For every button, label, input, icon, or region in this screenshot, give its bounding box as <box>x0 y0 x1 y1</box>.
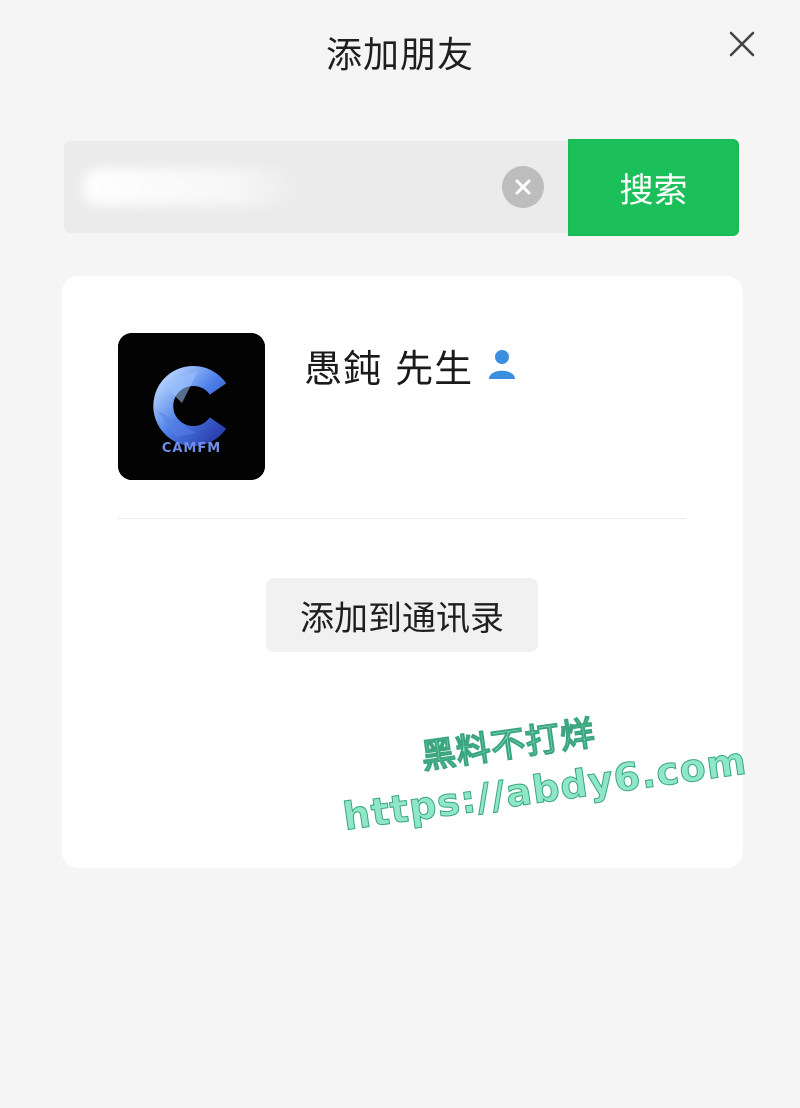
avatar[interactable]: CAMFM <box>118 333 265 480</box>
close-button[interactable] <box>722 24 762 64</box>
divider <box>118 518 686 519</box>
clear-circle-icon <box>515 179 531 195</box>
search-button[interactable]: 搜索 <box>568 139 739 236</box>
contact-name: 愚鈍 先生 <box>304 347 474 391</box>
close-icon <box>729 31 755 57</box>
blurred-search-text <box>82 168 302 206</box>
avatar-logo-text: CAMFM <box>162 441 221 456</box>
camfm-logo: CAMFM <box>118 333 265 480</box>
user-icon <box>489 350 515 379</box>
add-friend-dialog: 添加朋友 搜索 CAMFM 愚鈍 先生 添加到通讯录 黑料不打烊 https:/… <box>0 0 800 1108</box>
clear-search-button[interactable] <box>502 166 544 208</box>
dialog-title: 添加朋友 <box>325 35 474 76</box>
add-to-contacts-button[interactable]: 添加到通讯录 <box>266 578 538 652</box>
